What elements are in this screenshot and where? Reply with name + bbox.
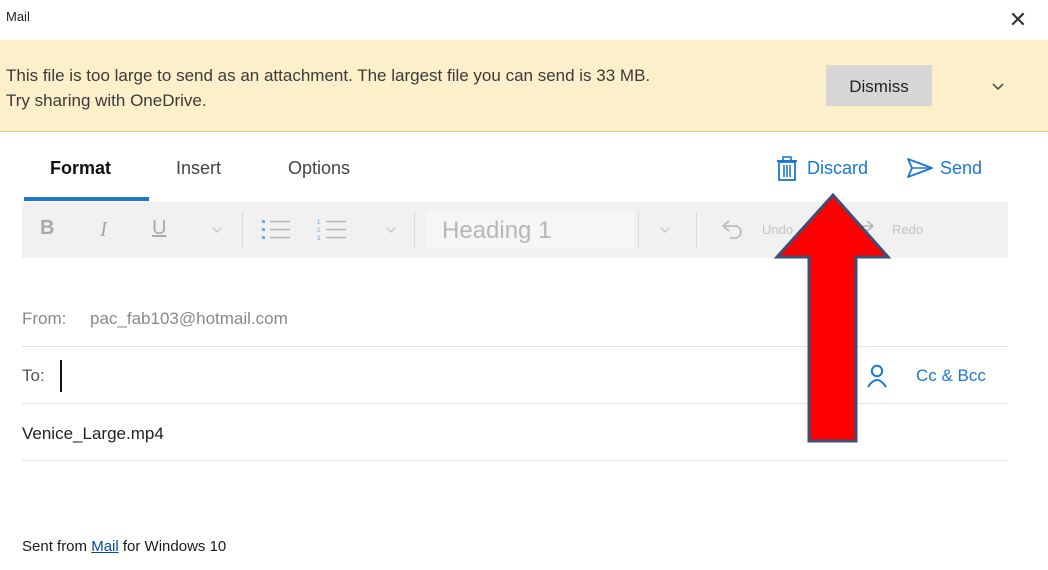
to-label: To: — [22, 366, 45, 385]
italic-button[interactable]: I — [100, 217, 107, 242]
numbered-list-icon[interactable]: 1 2 3 — [316, 218, 348, 242]
cc-bcc-button[interactable]: Cc & Bcc — [916, 366, 986, 386]
svg-text:1: 1 — [317, 220, 321, 226]
warning-banner: This file is too large to send as an att… — [0, 40, 1048, 132]
banner-message: This file is too large to send as an att… — [6, 63, 806, 113]
signature-suffix: for Windows 10 — [118, 538, 227, 555]
chevron-down-icon[interactable] — [986, 74, 1010, 98]
signature: Sent from Mail for Windows 10 — [22, 538, 226, 555]
underline-button[interactable]: U — [152, 217, 166, 240]
signature-prefix: Sent from — [22, 538, 92, 555]
undo-icon[interactable] — [718, 218, 744, 240]
style-select-value: Heading 1 — [442, 217, 552, 244]
close-button[interactable]: ✕ — [1006, 8, 1030, 32]
toolbar-separator — [638, 212, 639, 248]
active-tab-indicator — [24, 197, 149, 201]
toolbar-separator — [696, 212, 697, 248]
close-icon: ✕ — [1008, 7, 1028, 32]
bullet-list-icon[interactable] — [260, 218, 292, 242]
redo-label: Redo — [892, 222, 924, 237]
send-icon — [907, 158, 933, 178]
mail-link[interactable]: Mail — [91, 538, 119, 555]
from-value[interactable]: pac_fab103@hotmail.com — [90, 309, 288, 329]
trash-icon — [777, 156, 797, 181]
tab-format[interactable]: Format — [50, 158, 111, 179]
from-label: From: — [22, 309, 67, 328]
dismiss-button[interactable]: Dismiss — [826, 65, 932, 106]
bold-button[interactable]: B — [40, 217, 54, 240]
chevron-down-icon[interactable] — [384, 224, 398, 236]
banner-line-2: Try sharing with OneDrive. — [6, 91, 207, 110]
chevron-down-icon[interactable] — [210, 224, 224, 236]
app-title: Mail — [6, 9, 30, 24]
toolbar-separator — [414, 212, 415, 248]
banner-line-1: This file is too large to send as an att… — [6, 66, 651, 85]
subject-field[interactable]: Venice_Large.mp4 — [22, 424, 164, 444]
discard-label: Discard — [807, 158, 869, 178]
chevron-down-icon[interactable] — [658, 224, 672, 236]
style-select[interactable]: Heading 1 — [426, 211, 634, 249]
divider — [22, 460, 1008, 461]
toolbar-separator — [242, 212, 243, 248]
annotation-arrow — [774, 193, 892, 443]
tab-insert[interactable]: Insert — [176, 158, 221, 179]
svg-text:2: 2 — [317, 228, 321, 234]
tab-options[interactable]: Options — [288, 158, 350, 179]
svg-text:3: 3 — [317, 236, 321, 242]
send-label: Send — [940, 158, 983, 178]
title-bar: Mail ✕ — [0, 0, 1048, 40]
to-input[interactable] — [60, 360, 846, 392]
